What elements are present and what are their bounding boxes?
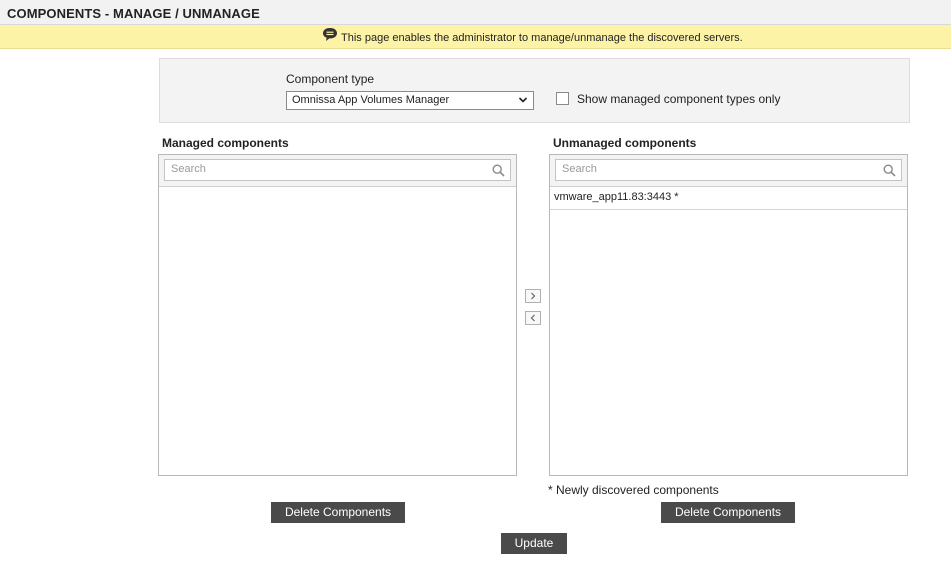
search-icon[interactable]: [492, 164, 505, 177]
component-type-select[interactable]: Omnissa App Volumes Manager: [286, 91, 534, 110]
show-managed-only-label[interactable]: Show managed component types only: [577, 92, 780, 106]
speech-bubble-icon: [323, 28, 337, 41]
component-type-label: Component type: [286, 72, 375, 86]
chevron-left-icon: [530, 314, 535, 322]
managed-components-title: Managed components: [162, 136, 289, 150]
unmanaged-components-list[interactable]: Search vmware_app11.83:3443 *: [549, 154, 908, 476]
component-type-value: Omnissa App Volumes Manager: [292, 94, 450, 106]
chevron-right-icon: [531, 292, 536, 300]
delete-unmanaged-components-button[interactable]: Delete Components: [661, 502, 795, 523]
delete-managed-components-button[interactable]: Delete Components: [271, 502, 405, 523]
component-type-panel: [159, 58, 910, 123]
page-title: COMPONENTS - MANAGE / UNMANAGE: [7, 6, 260, 21]
show-managed-only-checkbox[interactable]: [556, 92, 569, 105]
notice-text: This page enables the administrator to m…: [341, 32, 743, 44]
unmanaged-search-placeholder: Search: [562, 163, 597, 175]
managed-components-list[interactable]: Search: [158, 154, 517, 476]
unmanaged-components-title: Unmanaged components: [553, 136, 697, 150]
managed-search-input[interactable]: Search: [164, 159, 511, 181]
newly-discovered-note: * Newly discovered components: [548, 483, 719, 497]
update-button[interactable]: Update: [501, 533, 567, 554]
info-notice: This page enables the administrator to m…: [0, 25, 951, 49]
search-icon[interactable]: [883, 164, 896, 177]
list-item[interactable]: vmware_app11.83:3443 *: [550, 187, 907, 210]
unmanaged-search-input[interactable]: Search: [555, 159, 902, 181]
managed-search-placeholder: Search: [171, 163, 206, 175]
move-to-managed-button[interactable]: [525, 311, 541, 325]
move-to-unmanaged-button[interactable]: [525, 289, 541, 303]
chevron-down-icon[interactable]: [518, 95, 528, 105]
